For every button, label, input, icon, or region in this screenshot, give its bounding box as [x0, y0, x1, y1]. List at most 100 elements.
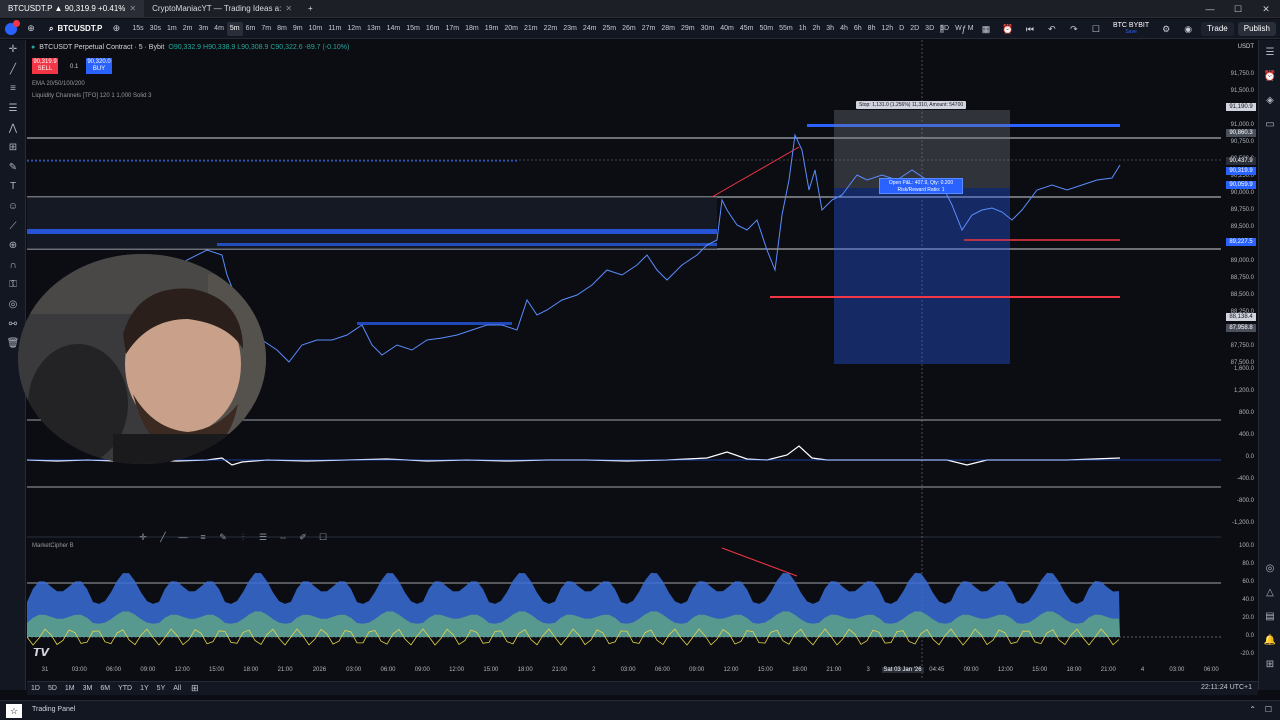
pencil-icon[interactable]: ✐ [297, 531, 309, 543]
timeframe-16m[interactable]: 16m [423, 22, 443, 36]
trading-panel-label[interactable]: Trading Panel [32, 706, 75, 713]
liquidity-indicator-label[interactable]: Liquidity Channels [TFO] 120 1 1,000 Sol… [32, 93, 151, 99]
chart-type-icon[interactable]: ⫼ [935, 22, 949, 36]
ema-indicator-label[interactable]: EMA 20/50/100/200 [32, 81, 85, 87]
fib-icon[interactable]: ☰ [0, 99, 26, 119]
range-6M[interactable]: 6M [96, 685, 114, 692]
horizontal-line-icon[interactable]: ≡ [0, 79, 26, 99]
horizontal-line-icon[interactable]: — [177, 531, 189, 543]
close-tab-icon[interactable]: ✕ [129, 4, 136, 13]
watchlist-icon[interactable]: ☰ [1259, 40, 1280, 64]
timeframe-12m[interactable]: 12m [344, 22, 364, 36]
timeframe-14m[interactable]: 14m [384, 22, 404, 36]
timeframe-22m[interactable]: 22m [541, 22, 561, 36]
minimize-button[interactable]: — [1196, 0, 1224, 18]
text-icon[interactable]: T [0, 177, 26, 197]
tradingview-logo[interactable]: 𝙏𝙑 [33, 646, 49, 659]
timeframe-3m[interactable]: 3m [195, 22, 211, 36]
position-label[interactable]: Open P&L: 407.9, Qty: 0.200 Risk/Reward … [879, 178, 963, 194]
layout-icon[interactable]: ▦ [979, 22, 993, 36]
brush-icon[interactable]: ✎ [0, 158, 26, 178]
timeframe-17m[interactable]: 17m [442, 22, 462, 36]
trade-button[interactable]: Trade [1201, 22, 1234, 36]
eye-icon[interactable]: ◎ [0, 295, 26, 315]
range-1Y[interactable]: 1Y [136, 685, 153, 692]
symbol-search[interactable]: ⌕ BTCUSDT.P [44, 22, 107, 36]
notification-icon[interactable]: △ [1259, 580, 1280, 604]
profile-avatar[interactable] [0, 19, 22, 37]
timeframe-4m[interactable]: 4m [211, 22, 227, 36]
timeframe-45m[interactable]: 45m [737, 22, 757, 36]
fib-icon[interactable]: ⫶ [237, 531, 249, 543]
grid-icon[interactable]: ⊞ [1259, 652, 1280, 676]
range-1D[interactable]: 1D [27, 685, 44, 692]
layers-icon[interactable]: ◈ [1259, 88, 1280, 112]
timeframe-1h[interactable]: 1h [796, 22, 810, 36]
timeframe-11m[interactable]: 11m [325, 22, 344, 36]
timeframe-30s[interactable]: 30s [147, 22, 164, 36]
timeframe-13m[interactable]: 13m [364, 22, 384, 36]
square-icon[interactable]: ☐ [317, 531, 329, 543]
range-All[interactable]: All [169, 685, 185, 692]
help-icon[interactable]: ▤ [1259, 604, 1280, 628]
timeframe-19m[interactable]: 19m [482, 22, 502, 36]
alerts-icon[interactable]: ⏰ [1259, 64, 1280, 88]
pattern-icon[interactable]: ⋀ [0, 118, 26, 138]
lock-icon[interactable]: ⚿ [0, 275, 26, 295]
magnet-icon[interactable]: ∩ [0, 256, 26, 276]
camera-icon[interactable]: ◉ [1181, 22, 1195, 36]
timeframe-D[interactable]: D [896, 22, 907, 36]
add-symbol-icon[interactable]: ⊕ [24, 22, 38, 36]
timeframe-4h[interactable]: 4h [837, 22, 851, 36]
compare-icon[interactable]: ⊕ [109, 22, 123, 36]
panel-collapse-icon[interactable]: ⌃ [1249, 705, 1256, 714]
utc-clock[interactable]: 22:11:24 UTC+1 [1201, 684, 1252, 691]
publish-button[interactable]: Publish [1237, 22, 1276, 36]
prediction-icon[interactable]: ⊞ [0, 138, 26, 158]
timeframe-40m[interactable]: 40m [717, 22, 737, 36]
timeframe-15m[interactable]: 15m [403, 22, 423, 36]
channel-icon[interactable]: ≡ [197, 531, 209, 543]
timeframe-2h[interactable]: 2h [809, 22, 823, 36]
trend-line-icon[interactable]: ╱ [157, 531, 169, 543]
timeframe-8m[interactable]: 8m [274, 22, 290, 36]
fullscreen-icon[interactable]: ☐ [1089, 22, 1103, 36]
cursor-icon[interactable]: ✛ [137, 531, 149, 543]
chat-icon[interactable]: ▭ [1259, 112, 1280, 136]
buy-button[interactable]: 90,320.0 BUY [86, 58, 112, 74]
market-cipher-label[interactable]: MarketCipher B [32, 543, 74, 549]
browser-tab-tradingview[interactable]: BTCUSDT.P ▲ 90,319.9 +0.41% ✕ [0, 0, 145, 18]
ruler-icon[interactable]: ⟋ [0, 216, 26, 236]
indicators-icon[interactable]: ƒ [957, 22, 971, 36]
pattern-icon[interactable]: ☰ [257, 531, 269, 543]
redo-icon[interactable]: ↷ [1067, 22, 1081, 36]
timeframe-6h[interactable]: 6h [851, 22, 865, 36]
timeframe-9m[interactable]: 9m [290, 22, 306, 36]
timeframe-25m[interactable]: 25m [599, 22, 619, 36]
zoom-icon[interactable]: ⊕ [0, 236, 26, 256]
panel-star-icon[interactable]: ☆ [6, 704, 22, 718]
timeframe-50m[interactable]: 50m [756, 22, 776, 36]
timeframe-3h[interactable]: 3h [823, 22, 837, 36]
timeframe-7m[interactable]: 7m [258, 22, 274, 36]
trend-line-icon[interactable]: ╱ [0, 60, 26, 80]
timeframe-2D[interactable]: 2D [907, 22, 922, 36]
range-1M[interactable]: 1M [61, 685, 79, 692]
timeframe-55m[interactable]: 55m [776, 22, 796, 36]
calendar-icon[interactable]: ◎ [1259, 556, 1280, 580]
timeframe-1m[interactable]: 1m [164, 22, 180, 36]
sell-button[interactable]: 90,319.9 SELL [32, 58, 58, 74]
timeframe-12h[interactable]: 12h [878, 22, 896, 36]
range-icon[interactable]: ⇔ [277, 531, 289, 543]
timeframe-10m[interactable]: 10m [306, 22, 326, 36]
alert-icon[interactable]: ⏰ [1001, 22, 1015, 36]
timeframe-15s[interactable]: 15s [129, 22, 146, 36]
currency-label[interactable]: USDT [1220, 44, 1254, 50]
replay-icon[interactable]: ⏮ [1023, 22, 1037, 36]
broker-select[interactable]: BTC BYBIT Save [1109, 22, 1153, 36]
timeframe-2m[interactable]: 2m [180, 22, 196, 36]
brush-icon[interactable]: ✎ [217, 531, 229, 543]
settings-icon[interactable]: ⚙ [1159, 22, 1173, 36]
calendar-goto-icon[interactable]: ⊞ [191, 683, 199, 694]
undo-icon[interactable]: ↶ [1045, 22, 1059, 36]
